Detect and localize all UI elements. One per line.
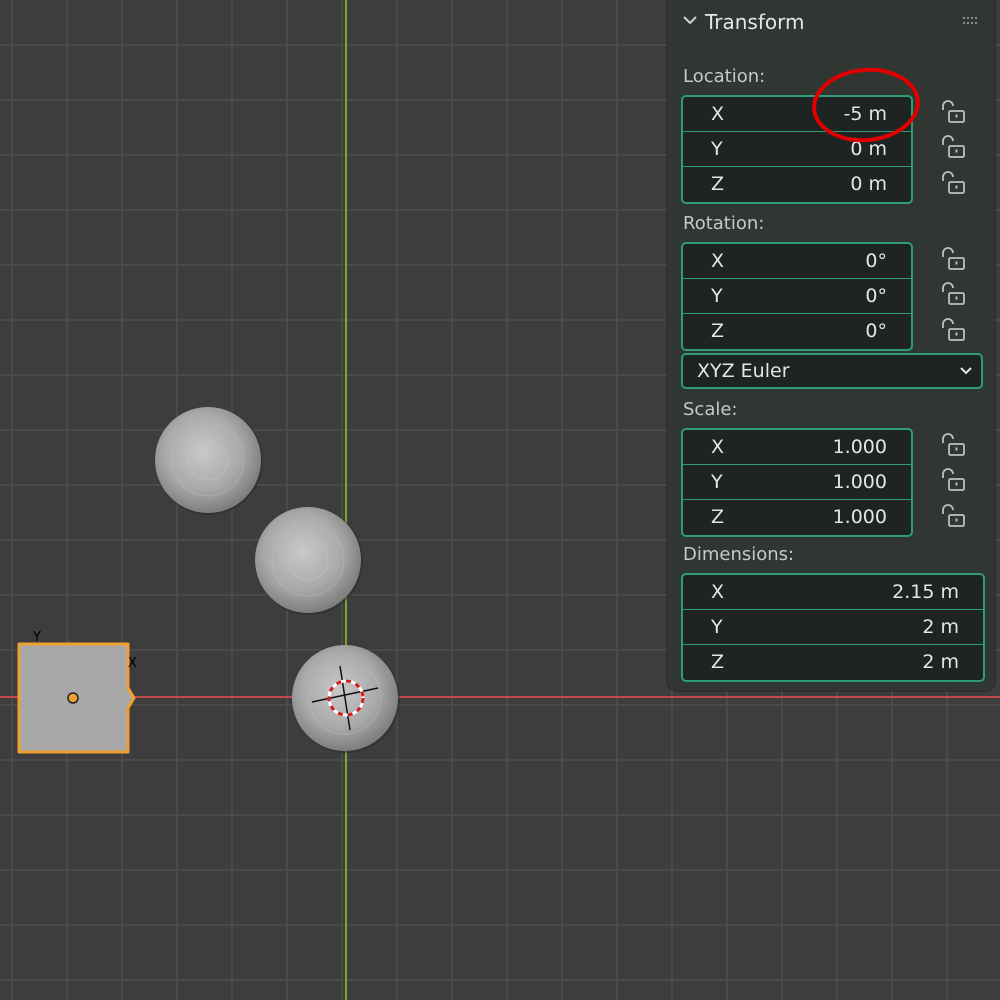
chevron-down-icon xyxy=(960,367,972,375)
drag-handle-icon[interactable] xyxy=(963,16,979,26)
field-axis-label: Z xyxy=(711,506,725,528)
scale-x-field[interactable]: X 1.000 xyxy=(683,430,911,465)
transform-panel: Transform Location: X -5 m Y 0 m Z 0 m R… xyxy=(667,0,995,691)
dropdown-value: XYZ Euler xyxy=(697,360,790,382)
dimensions-y-field[interactable]: Y 2 m xyxy=(683,610,983,645)
unlock-icon[interactable] xyxy=(939,247,967,271)
dimensions-label: Dimensions: xyxy=(683,544,795,565)
unlock-icon[interactable] xyxy=(939,504,967,528)
local-axis-x-label: X xyxy=(128,656,137,671)
rotation-label: Rotation: xyxy=(683,213,765,234)
unlock-icon[interactable] xyxy=(939,318,967,342)
field-value: 2 m xyxy=(922,651,959,673)
field-axis-label: Y xyxy=(711,285,723,307)
dimensions-fields: X 2.15 m Y 2 m Z 2 m xyxy=(681,573,985,682)
dimensions-x-field[interactable]: X 2.15 m xyxy=(683,575,983,610)
field-axis-label: Y xyxy=(711,138,723,160)
field-value: 0° xyxy=(865,320,887,342)
sphere-object[interactable] xyxy=(255,507,363,615)
field-value: 0 m xyxy=(850,173,887,195)
rotation-x-field[interactable]: X 0° xyxy=(683,244,911,279)
dimensions-z-field[interactable]: Z 2 m xyxy=(683,645,983,680)
location-fields: X -5 m Y 0 m Z 0 m xyxy=(681,95,913,204)
location-y-field[interactable]: Y 0 m xyxy=(683,132,911,167)
unlock-icon[interactable] xyxy=(939,433,967,457)
location-z-field[interactable]: Z 0 m xyxy=(683,167,911,202)
rotation-z-field[interactable]: Z 0° xyxy=(683,314,911,349)
field-axis-label: X xyxy=(711,250,725,272)
sphere-object[interactable] xyxy=(292,645,400,753)
chevron-down-icon[interactable] xyxy=(681,11,699,29)
panel-header[interactable]: Transform xyxy=(667,0,995,46)
unlock-icon[interactable] xyxy=(939,135,967,159)
unlock-icon[interactable] xyxy=(939,282,967,306)
field-axis-label: X xyxy=(711,581,725,603)
field-value: 0° xyxy=(865,250,887,272)
location-x-field[interactable]: X -5 m xyxy=(683,97,911,132)
object-origin xyxy=(67,692,79,704)
field-axis-label: Z xyxy=(711,651,725,673)
scale-label: Scale: xyxy=(683,399,738,420)
scale-y-field[interactable]: Y 1.000 xyxy=(683,465,911,500)
unlock-icon[interactable] xyxy=(939,468,967,492)
rotation-mode-dropdown[interactable]: XYZ Euler xyxy=(681,353,983,389)
field-axis-label: Z xyxy=(711,320,725,342)
scale-fields: X 1.000 Y 1.000 Z 1.000 xyxy=(681,428,913,537)
unlock-icon[interactable] xyxy=(939,100,967,124)
selected-object[interactable] xyxy=(17,642,136,754)
field-value: 1.000 xyxy=(832,436,887,458)
field-axis-label: X xyxy=(711,436,725,458)
location-label: Location: xyxy=(683,66,766,87)
field-value: 1.000 xyxy=(832,506,887,528)
field-axis-label: Z xyxy=(711,173,725,195)
field-value: 1.000 xyxy=(832,471,887,493)
sphere-object[interactable] xyxy=(155,407,263,515)
unlock-icon[interactable] xyxy=(939,171,967,195)
field-axis-label: X xyxy=(711,103,725,125)
field-value: -5 m xyxy=(843,103,888,125)
rotation-y-field[interactable]: Y 0° xyxy=(683,279,911,314)
field-axis-label: Y xyxy=(711,471,723,493)
field-value: 2 m xyxy=(922,616,959,638)
field-value: 2.15 m xyxy=(892,581,959,603)
field-value: 0° xyxy=(865,285,887,307)
local-axis-y-label: Y xyxy=(33,630,41,645)
field-axis-label: Y xyxy=(711,616,723,638)
rotation-fields: X 0° Y 0° Z 0° xyxy=(681,242,913,351)
field-value: 0 m xyxy=(850,138,887,160)
scale-z-field[interactable]: Z 1.000 xyxy=(683,500,911,535)
panel-title: Transform xyxy=(705,10,805,34)
